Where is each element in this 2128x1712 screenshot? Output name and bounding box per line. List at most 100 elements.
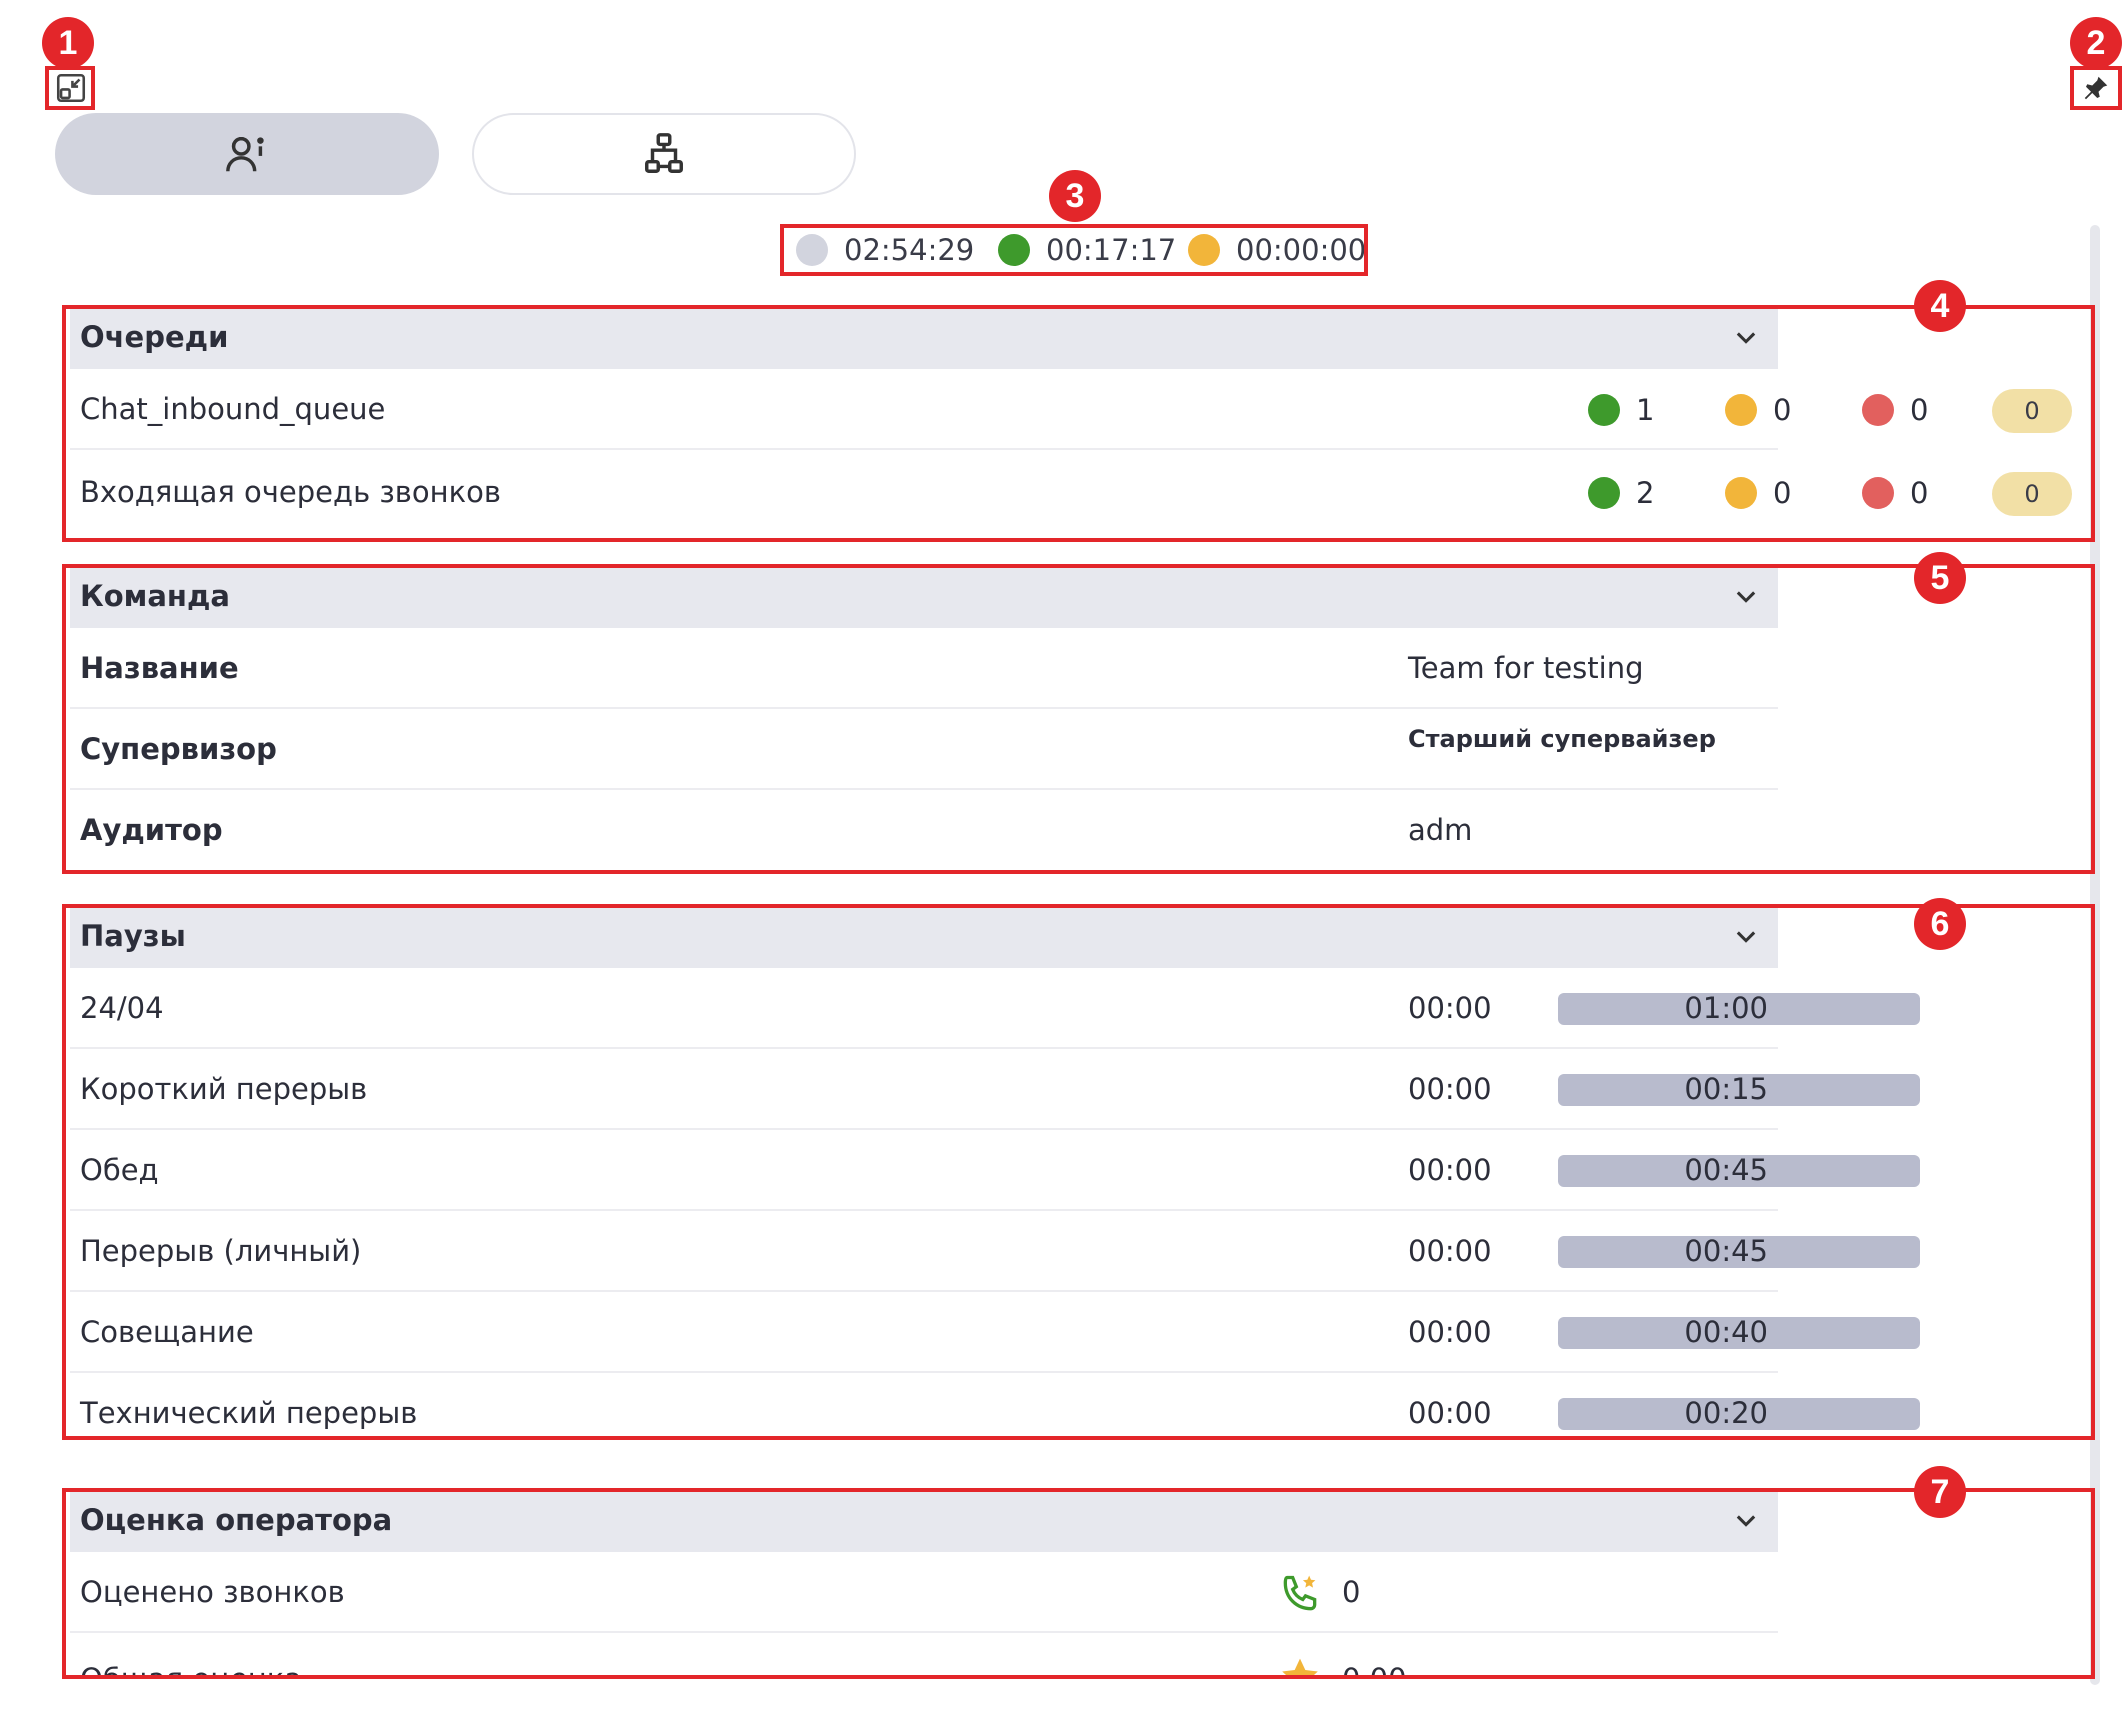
queue-green-value: 1 xyxy=(1636,392,1655,427)
queues-header[interactable]: Очереди xyxy=(70,305,1778,369)
queue-badge: 0 xyxy=(1992,389,2072,433)
queue-green-value: 2 xyxy=(1636,475,1655,510)
marker-4: 4 xyxy=(1914,280,1966,332)
status-idle-dot xyxy=(796,234,828,266)
pause-used: 00:00 xyxy=(1408,1234,1492,1268)
pause-limit: 00:45 xyxy=(1684,1153,1768,1187)
star-icon xyxy=(1282,1658,1318,1679)
status-idle-time: 02:54:29 xyxy=(844,233,975,267)
marker-7: 7 xyxy=(1914,1466,1966,1518)
team-value-name: Team for testing xyxy=(1408,651,1644,685)
queue-red-count: 0 xyxy=(1862,452,1928,533)
pause-name: Обед xyxy=(80,1153,159,1187)
collapse-button[interactable] xyxy=(49,66,93,110)
status-online: 00:17:17 xyxy=(998,230,1176,270)
status-online-dot xyxy=(998,234,1030,266)
pause-row: Обед 00:00 00:45 xyxy=(70,1130,1920,1211)
pauses-header[interactable]: Паузы xyxy=(70,904,1778,968)
rating-value: 0.00 xyxy=(1342,1662,1407,1679)
status-pause-time: 00:00:00 xyxy=(1236,233,1367,267)
queue-yellow-count: 0 xyxy=(1725,452,1791,533)
rating-row: Оценено звонков 0 xyxy=(70,1552,1778,1633)
team-row: Супервизор Старший супервайзер xyxy=(70,709,1778,790)
pin-button[interactable] xyxy=(2074,66,2118,110)
rating-label: Оценено звонков xyxy=(80,1575,345,1609)
queue-red-value: 0 xyxy=(1910,475,1929,510)
pause-row: Перерыв (личный) 00:00 00:45 xyxy=(70,1211,1920,1292)
queue-name: Chat_inbound_queue xyxy=(80,392,386,426)
tab-operator-info[interactable] xyxy=(55,113,439,195)
team-label-name: Название xyxy=(80,651,239,685)
pause-used: 00:00 xyxy=(1408,1072,1492,1106)
team-row: Название Team for testing xyxy=(70,628,1778,709)
pause-row: Технический перерыв 00:00 00:20 xyxy=(70,1373,1920,1445)
red-dot xyxy=(1862,393,1894,426)
chevron-down-icon[interactable] xyxy=(1732,323,1760,351)
pause-used: 00:00 xyxy=(1408,991,1492,1025)
red-dot xyxy=(1862,476,1894,509)
pin-icon xyxy=(2084,76,2108,100)
collapse-icon xyxy=(56,73,86,103)
queue-name: Входящая очередь звонков xyxy=(80,475,501,509)
workflow-icon xyxy=(645,133,683,173)
pause-used: 00:00 xyxy=(1408,1153,1492,1187)
marker-2: 2 xyxy=(2070,17,2122,69)
team-label-supervisor: Супервизор xyxy=(80,732,277,766)
rating-value: 0 xyxy=(1342,1575,1361,1609)
queue-green-count: 2 xyxy=(1588,452,1654,533)
rating-row: Общая оценка 0.00 xyxy=(70,1633,1778,1679)
pauses-title: Паузы xyxy=(80,919,186,953)
yellow-dot xyxy=(1725,393,1757,426)
queue-badge: 0 xyxy=(1992,472,2072,516)
pause-used: 00:00 xyxy=(1408,1396,1492,1430)
operator-info-icon xyxy=(226,136,264,172)
status-pause: 00:00:00 xyxy=(1188,230,1366,270)
queue-red-value: 0 xyxy=(1910,392,1929,427)
queues-title: Очереди xyxy=(80,320,229,354)
rating-title: Оценка оператора xyxy=(80,1503,393,1537)
tab-workflow[interactable] xyxy=(472,113,856,195)
pause-limit: 00:45 xyxy=(1684,1234,1768,1268)
team-title: Команда xyxy=(80,579,230,613)
pause-row: 24/04 00:00 01:00 xyxy=(70,968,1920,1049)
yellow-dot xyxy=(1725,476,1757,509)
pause-name: Совещание xyxy=(80,1315,254,1349)
marker-5: 5 xyxy=(1914,552,1966,604)
pause-row: Короткий перерыв 00:00 00:15 xyxy=(70,1049,1920,1130)
green-dot xyxy=(1588,476,1620,509)
pause-name: Технический перерыв xyxy=(80,1396,418,1430)
scrollbar[interactable] xyxy=(2090,225,2100,1685)
pause-limit: 00:20 xyxy=(1684,1396,1768,1430)
pause-limit: 00:40 xyxy=(1684,1315,1768,1349)
status-online-time: 00:17:17 xyxy=(1046,233,1177,267)
marker-1: 1 xyxy=(42,17,94,69)
team-row: Аудитор adm xyxy=(70,790,1778,871)
team-header[interactable]: Команда xyxy=(70,564,1778,628)
queue-green-count: 1 xyxy=(1588,369,1654,450)
status-pause-dot xyxy=(1188,234,1220,266)
pause-limit: 00:15 xyxy=(1684,1072,1768,1106)
rating-label: Общая оценка xyxy=(80,1662,303,1679)
queue-row: Chat_inbound_queue 1 0 0 0 xyxy=(70,369,2072,450)
team-value-supervisor: Старший супервайзер xyxy=(1408,725,1716,753)
rated-call-icon xyxy=(1283,1575,1317,1611)
queue-yellow-value: 0 xyxy=(1773,475,1792,510)
queue-yellow-value: 0 xyxy=(1773,392,1792,427)
queue-yellow-count: 0 xyxy=(1725,369,1791,450)
status-idle: 02:54:29 xyxy=(796,230,974,270)
chevron-down-icon[interactable] xyxy=(1732,922,1760,950)
rating-header[interactable]: Оценка оператора xyxy=(70,1488,1778,1552)
pause-row: Совещание 00:00 00:40 xyxy=(70,1292,1920,1373)
pause-name: 24/04 xyxy=(80,991,164,1025)
team-value-auditor: adm xyxy=(1408,813,1473,847)
pause-name: Перерыв (личный) xyxy=(80,1234,362,1268)
pause-name: Короткий перерыв xyxy=(80,1072,368,1106)
pause-used: 00:00 xyxy=(1408,1315,1492,1349)
chevron-down-icon[interactable] xyxy=(1732,1506,1760,1534)
queue-red-count: 0 xyxy=(1862,369,1928,450)
green-dot xyxy=(1588,393,1620,426)
chevron-down-icon[interactable] xyxy=(1732,582,1760,610)
queue-row: Входящая очередь звонков 2 0 0 0 xyxy=(70,452,2072,533)
marker-6: 6 xyxy=(1914,898,1966,950)
pause-limit: 01:00 xyxy=(1684,991,1768,1025)
